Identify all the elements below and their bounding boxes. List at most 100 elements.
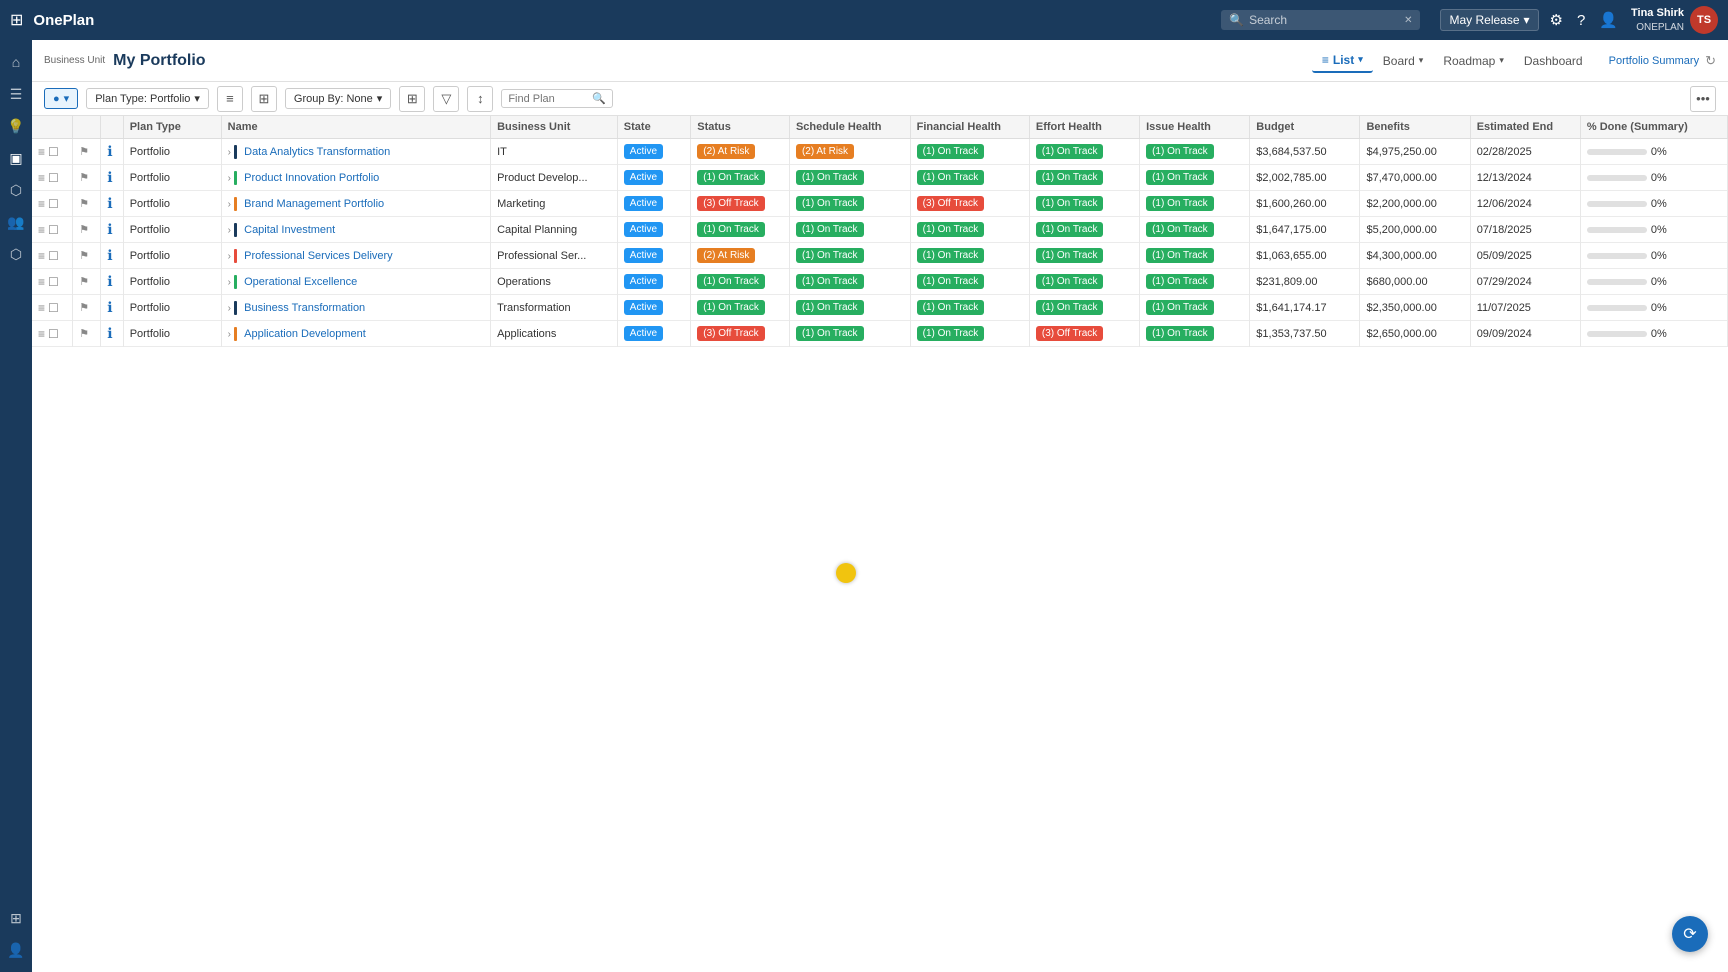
expand-arrow[interactable]: › xyxy=(228,198,231,209)
flag-icon[interactable]: ⚑ xyxy=(79,250,89,262)
search-input[interactable] xyxy=(1249,13,1399,27)
avatar[interactable]: TS xyxy=(1690,6,1718,34)
expand-arrow[interactable]: › xyxy=(228,172,231,183)
info-icon[interactable]: ℹ xyxy=(107,221,112,237)
col-name[interactable]: Name xyxy=(221,116,490,139)
release-button[interactable]: May Release ▾ xyxy=(1440,9,1538,31)
view-icon-1[interactable]: ≡ xyxy=(217,86,243,112)
plan-name[interactable]: Professional Services Delivery xyxy=(244,249,393,261)
info-icon[interactable]: ℹ xyxy=(107,143,112,159)
row-checkbox[interactable]: ☐ xyxy=(48,223,59,237)
flag-icon[interactable]: ⚑ xyxy=(79,172,89,184)
sidebar-icon-users[interactable]: 👥 xyxy=(2,208,30,236)
col-schedule-health[interactable]: Schedule Health xyxy=(789,116,910,139)
notifications-icon[interactable]: 👤 xyxy=(1596,8,1621,32)
col-budget[interactable]: Budget xyxy=(1250,116,1360,139)
flag-icon[interactable]: ⚑ xyxy=(79,198,89,210)
page-title: My Portfolio xyxy=(113,52,205,70)
refresh-icon[interactable]: ↻ xyxy=(1705,53,1716,69)
sidebar-icon-ideas[interactable]: 💡 xyxy=(2,112,30,140)
row-drag-icon[interactable]: ≡ xyxy=(38,301,45,315)
row-checkbox[interactable]: ☐ xyxy=(48,275,59,289)
info-icon[interactable]: ℹ xyxy=(107,169,112,185)
plan-name[interactable]: Application Development xyxy=(244,327,366,339)
flag-icon[interactable]: ⚑ xyxy=(79,328,89,340)
info-icon[interactable]: ℹ xyxy=(107,195,112,211)
row-drag-icon[interactable]: ≡ xyxy=(38,327,45,341)
row-checkbox[interactable]: ☐ xyxy=(48,145,59,159)
info-icon[interactable]: ℹ xyxy=(107,273,112,289)
plan-type-cell: Portfolio xyxy=(123,217,221,243)
row-checkbox[interactable]: ☐ xyxy=(48,327,59,341)
col-benefits[interactable]: Benefits xyxy=(1360,116,1470,139)
flag-icon[interactable]: ⚑ xyxy=(79,302,89,314)
row-type-selector[interactable]: ● ▾ xyxy=(44,88,78,109)
fab-button[interactable]: ⟳ xyxy=(1672,916,1708,952)
row-drag-icon[interactable]: ≡ xyxy=(38,145,45,159)
row-drag-icon[interactable]: ≡ xyxy=(38,275,45,289)
col-estimated-end[interactable]: Estimated End xyxy=(1470,116,1580,139)
sidebar-icon-grid2[interactable]: ⊞ xyxy=(2,904,30,932)
tab-roadmap[interactable]: Roadmap ▾ xyxy=(1433,50,1514,72)
col-issue-health[interactable]: Issue Health xyxy=(1140,116,1250,139)
plan-type-button[interactable]: Plan Type: Portfolio ▾ xyxy=(86,88,209,109)
info-icon[interactable]: ℹ xyxy=(107,247,112,263)
expand-arrow[interactable]: › xyxy=(228,302,231,313)
find-plan-input[interactable] xyxy=(508,93,588,105)
plan-name[interactable]: Product Innovation Portfolio xyxy=(244,171,379,183)
sidebar-icon-portfolio[interactable]: ▣ xyxy=(2,144,30,172)
expand-arrow[interactable]: › xyxy=(228,250,231,261)
expand-arrow[interactable]: › xyxy=(228,276,231,287)
row-checkbox[interactable]: ☐ xyxy=(48,171,59,185)
tab-dashboard[interactable]: Dashboard xyxy=(1514,50,1593,72)
plan-name[interactable]: Brand Management Portfolio xyxy=(244,197,384,209)
row-checkbox[interactable]: ☐ xyxy=(48,301,59,315)
col-pct-done[interactable]: % Done (Summary) xyxy=(1580,116,1727,139)
sort-icon[interactable]: ↕ xyxy=(467,86,493,112)
portfolio-summary-link[interactable]: Portfolio Summary xyxy=(1609,55,1699,67)
expand-arrow[interactable]: › xyxy=(228,224,231,235)
name-cell: › Capital Investment xyxy=(221,217,490,243)
sidebar-icon-person[interactable]: 👤 xyxy=(2,936,30,964)
tab-board[interactable]: Board ▾ xyxy=(1373,50,1434,72)
more-options-icon[interactable]: ••• xyxy=(1690,86,1716,112)
row-drag-icon[interactable]: ≡ xyxy=(38,197,45,211)
sidebar-icon-home[interactable]: ⌂ xyxy=(2,48,30,76)
columns-icon[interactable]: ⊞ xyxy=(399,86,425,112)
info-icon[interactable]: ℹ xyxy=(107,299,112,315)
view-icon-2[interactable]: ⊞ xyxy=(251,86,277,112)
col-effort-health[interactable]: Effort Health xyxy=(1029,116,1139,139)
col-status[interactable]: Status xyxy=(691,116,790,139)
flag-icon[interactable]: ⚑ xyxy=(79,276,89,288)
search-clear-icon[interactable]: ✕ xyxy=(1404,15,1412,26)
filter-icon[interactable]: ▽ xyxy=(433,86,459,112)
row-checkbox[interactable]: ☐ xyxy=(48,197,59,211)
group-by-button[interactable]: Group By: None ▾ xyxy=(285,88,391,109)
plan-name[interactable]: Capital Investment xyxy=(244,223,335,235)
grid-icon[interactable]: ⊞ xyxy=(10,10,23,30)
col-plan-type[interactable]: Plan Type xyxy=(123,116,221,139)
sidebar-icon-network[interactable]: ⬡ xyxy=(2,176,30,204)
sidebar-icon-connections[interactable]: ⬡ xyxy=(2,240,30,268)
info-icon[interactable]: ℹ xyxy=(107,325,112,341)
settings-icon[interactable]: ⚙ xyxy=(1547,8,1566,32)
row-drag-icon[interactable]: ≡ xyxy=(38,249,45,263)
state-badge: Active xyxy=(624,248,663,263)
col-financial-health[interactable]: Financial Health xyxy=(910,116,1029,139)
row-drag-icon[interactable]: ≡ xyxy=(38,223,45,237)
expand-arrow[interactable]: › xyxy=(228,146,231,157)
plan-name[interactable]: Data Analytics Transformation xyxy=(244,145,390,157)
tab-list[interactable]: ≡ List ▾ xyxy=(1312,49,1373,73)
help-icon[interactable]: ? xyxy=(1574,9,1588,32)
sidebar-icon-tasks[interactable]: ☰ xyxy=(2,80,30,108)
user-area: Tina Shirk ONEPLAN TS xyxy=(1631,6,1718,34)
plan-name[interactable]: Operational Excellence xyxy=(244,275,357,287)
col-business-unit[interactable]: Business Unit xyxy=(491,116,618,139)
expand-arrow[interactable]: › xyxy=(228,328,231,339)
flag-icon[interactable]: ⚑ xyxy=(79,224,89,236)
flag-icon[interactable]: ⚑ xyxy=(79,146,89,158)
plan-name[interactable]: Business Transformation xyxy=(244,301,365,313)
row-checkbox[interactable]: ☐ xyxy=(48,249,59,263)
col-state[interactable]: State xyxy=(617,116,690,139)
row-drag-icon[interactable]: ≡ xyxy=(38,171,45,185)
